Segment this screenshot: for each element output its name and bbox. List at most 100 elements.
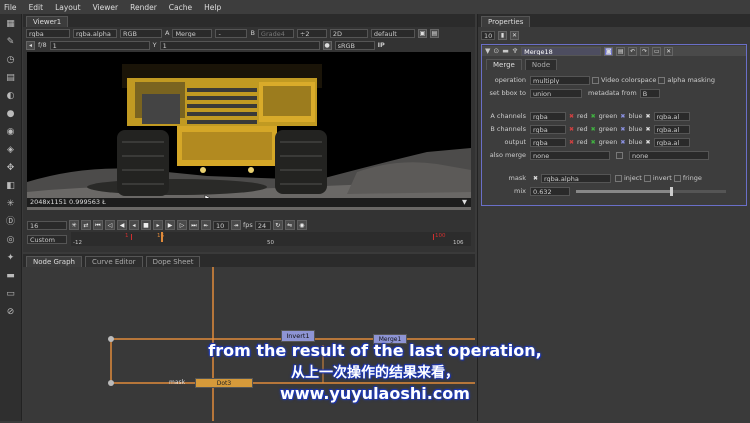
b-alpha-dropdown[interactable]: rgba.al xyxy=(653,124,690,134)
b-channels-dropdown[interactable]: rgba xyxy=(530,124,566,134)
loop-icon[interactable]: ↻ xyxy=(272,220,283,230)
invert-checkbox[interactable] xyxy=(643,174,651,182)
wipe-dropdown[interactable]: - xyxy=(215,28,248,38)
menu-viewer[interactable]: Viewer xyxy=(93,3,119,12)
menu-edit[interactable]: Edit xyxy=(29,3,44,12)
a-channels-dropdown[interactable]: rgba xyxy=(530,111,566,121)
fstop-icon[interactable]: ◂ xyxy=(26,40,35,50)
keyer-icon[interactable]: ◉ xyxy=(4,126,18,138)
filter-icon[interactable]: ● xyxy=(4,108,18,120)
clip-icon[interactable]: ▤ xyxy=(429,28,439,38)
expand-arrow-icon[interactable]: ▼ xyxy=(462,198,467,207)
node-color-button[interactable]: ◙ xyxy=(604,46,614,56)
deep-icon[interactable]: Ⓓ xyxy=(4,216,18,228)
node-name-field[interactable]: Merge18 xyxy=(521,46,602,56)
range-dropdown[interactable]: Custom xyxy=(27,234,67,244)
out-green-checkbox[interactable]: ✖ xyxy=(590,139,597,146)
gain-field[interactable]: 1 xyxy=(49,40,150,50)
also-merge-dropdown[interactable]: none xyxy=(530,150,610,160)
ip-button[interactable]: IP xyxy=(378,41,385,49)
inject-checkbox[interactable] xyxy=(615,174,622,182)
mix-slider-handle[interactable] xyxy=(669,186,673,196)
skip-back-icon[interactable]: ↞ xyxy=(201,220,211,230)
mask-checkbox[interactable]: ✖ xyxy=(532,175,539,182)
tab-viewer1[interactable]: Viewer1 xyxy=(26,16,69,27)
lock-icon[interactable]: ▣ xyxy=(417,28,427,38)
tab-node[interactable]: Node xyxy=(524,58,558,70)
tab-dope-sheet[interactable]: Dope Sheet xyxy=(145,256,201,267)
redo-button[interactable]: ↷ xyxy=(640,46,650,56)
user-icon[interactable]: ♆ xyxy=(512,47,518,55)
draw-icon[interactable]: ✎ xyxy=(4,36,18,48)
a-input-dropdown[interactable]: Merge xyxy=(172,28,213,38)
channels-dropdown[interactable]: rgba xyxy=(26,28,70,38)
fps-field[interactable]: 24 xyxy=(254,220,271,230)
capture-icon[interactable]: ◉ xyxy=(296,220,307,230)
time-icon[interactable]: ◷ xyxy=(4,54,18,66)
max-panels-field[interactable]: 10 xyxy=(481,30,495,40)
gamma-field[interactable]: 1 xyxy=(159,40,320,50)
display-channel-dropdown[interactable]: RGB xyxy=(120,28,162,38)
views-icon[interactable]: ◎ xyxy=(4,234,18,246)
center-icon[interactable]: ⊙ xyxy=(493,47,499,55)
alpha-masking-checkbox[interactable] xyxy=(658,76,666,84)
toolsets-icon[interactable]: ▬ xyxy=(4,270,18,282)
first-frame-icon[interactable]: ⏮ xyxy=(93,220,103,230)
tab-curve-editor[interactable]: Curve Editor xyxy=(84,256,143,267)
lock-panels-icon[interactable]: ▮ xyxy=(498,30,507,40)
prev-frame-icon[interactable]: ◂ xyxy=(129,220,139,230)
next-frame-icon[interactable]: ▸ xyxy=(153,220,163,230)
lut-dropdown[interactable]: default xyxy=(370,28,415,38)
bbox-dropdown[interactable]: union xyxy=(530,88,582,98)
metadata-dropdown[interactable]: B xyxy=(639,88,660,98)
tab-node-graph[interactable]: Node Graph xyxy=(26,256,82,267)
video-colorspace-checkbox[interactable] xyxy=(592,76,599,84)
dot-icon[interactable]: ● xyxy=(322,40,332,50)
a-alpha-checkbox[interactable]: ✖ xyxy=(645,113,652,120)
other-icon[interactable]: ▭ xyxy=(4,288,18,300)
merge-icon[interactable]: ◈ xyxy=(4,144,18,156)
bounce-icon[interactable]: ⇋ xyxy=(284,220,295,230)
step-field[interactable]: 10 xyxy=(213,220,229,230)
menu-help[interactable]: Help xyxy=(204,3,221,12)
viewer-image[interactable] xyxy=(27,52,471,210)
view-icon[interactable]: ▬ xyxy=(502,47,509,55)
menu-layout[interactable]: Layout xyxy=(55,3,81,12)
clear-panels-icon[interactable]: ✕ xyxy=(510,30,519,40)
b-input-dropdown[interactable]: Grade4 xyxy=(257,28,294,38)
plugins-icon[interactable]: ⊘ xyxy=(4,306,18,318)
out-blue-checkbox[interactable]: ✖ xyxy=(619,139,626,146)
stop-icon[interactable]: ■ xyxy=(141,220,151,230)
output-dropdown[interactable]: rgba xyxy=(530,137,566,147)
prev-keyframe-icon[interactable]: ◁ xyxy=(105,220,115,230)
snowflake-icon[interactable]: ✳ xyxy=(69,220,79,230)
a-blue-checkbox[interactable]: ✖ xyxy=(619,113,626,120)
close-panel-button[interactable]: ✕ xyxy=(664,46,674,56)
channel-icon[interactable]: ▤ xyxy=(4,72,18,84)
view-mode-dropdown[interactable]: 2D xyxy=(329,28,368,38)
color-icon[interactable]: ◐ xyxy=(4,90,18,102)
next-keyframe-icon[interactable]: ▷ xyxy=(177,220,187,230)
frame-field[interactable]: 16 xyxy=(27,220,67,230)
collapse-icon[interactable]: ▼ xyxy=(485,47,490,55)
particles-icon[interactable]: ✳ xyxy=(4,198,18,210)
image-icon[interactable]: ▦ xyxy=(4,18,18,30)
transform-icon[interactable]: ✥ xyxy=(4,162,18,174)
menu-cache[interactable]: Cache xyxy=(169,3,192,12)
also-merge2-dropdown[interactable]: none xyxy=(629,150,709,160)
fringe-checkbox[interactable] xyxy=(673,174,681,182)
play-forward-icon[interactable]: ▶ xyxy=(165,220,175,230)
tab-properties[interactable]: Properties xyxy=(481,16,531,27)
3d-icon[interactable]: ◧ xyxy=(4,180,18,192)
colorspace-dropdown[interactable]: sRGB xyxy=(334,40,375,50)
timeline-bar[interactable]: 1 16 100 -12 50 106 xyxy=(71,232,471,246)
skip-forward-icon[interactable]: ↠ xyxy=(231,220,241,230)
alpha-dropdown[interactable]: rgba.alpha xyxy=(73,28,117,38)
metadata-icon[interactable]: ✦ xyxy=(4,252,18,264)
b-blue-checkbox[interactable]: ✖ xyxy=(619,126,626,133)
b-green-checkbox[interactable]: ✖ xyxy=(590,126,597,133)
a-alpha-dropdown[interactable]: rgba.al xyxy=(653,111,690,121)
revert-button[interactable]: ↶ xyxy=(628,46,638,56)
tab-merge[interactable]: Merge xyxy=(486,58,522,70)
also-merge-checkbox[interactable] xyxy=(616,151,623,159)
